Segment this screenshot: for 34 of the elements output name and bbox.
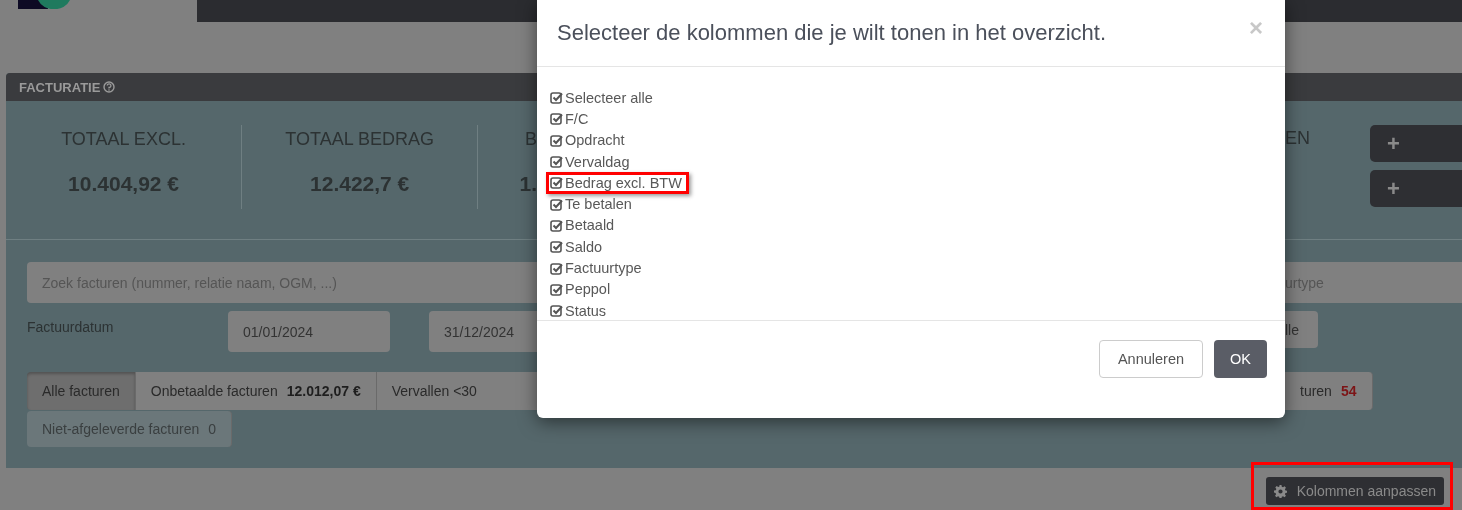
filter-tab[interactable]: Onbetaalde facturen 12.012,07 € [135, 372, 377, 410]
filter-button[interactable]: lle [1285, 311, 1318, 348]
column-checkbox[interactable]: F/C [550, 110, 589, 127]
add-button[interactable]: + [1370, 125, 1462, 162]
stat-label: TOTAAL EXCL. [61, 129, 186, 150]
stat-label: TOTAAL BEDRAG [285, 129, 434, 150]
settings-icon [1273, 484, 1287, 498]
column-checkbox[interactable]: Opdracht [550, 132, 625, 149]
column-checkbox[interactable]: Factuurtype [550, 260, 642, 277]
column-checkbox[interactable]: Te betalen [550, 196, 632, 213]
dialog-title: Selecteer de kolommen die je wilt tonen in het overzicht. [557, 20, 1107, 46]
column-checkbox[interactable]: Selecteer alle [550, 89, 653, 106]
column-checkbox[interactable]: Status [550, 302, 607, 319]
column-checkbox[interactable]: Vervaldag [550, 153, 630, 170]
cancel-button[interactable]: Annuleren [1099, 340, 1203, 378]
add-button[interactable]: + [1370, 170, 1462, 207]
columns-button[interactable]: Kolommen aanpassen [1265, 477, 1444, 505]
filter-tab[interactable]: Vervallen <30 [376, 372, 537, 410]
filter-tab[interactable]: turen 54 [1285, 372, 1373, 410]
help-icon[interactable] [103, 81, 116, 93]
column-checkbox[interactable]: Bedrag excl. BTW [550, 174, 682, 191]
stat-value: 10.404,92 € [68, 172, 179, 196]
date-field[interactable]: 31/12/2024 [429, 311, 537, 352]
date-field[interactable]: 01/01/2024 [228, 311, 390, 352]
column-checkbox[interactable]: Saldo [550, 238, 603, 255]
column-checkbox[interactable]: Betaald [550, 217, 615, 234]
date-label: Factuurdatum [27, 319, 115, 335]
stat-label: EN [1285, 128, 1310, 149]
column-checkbox[interactable]: Peppol [550, 281, 611, 298]
stat-value: 12.422,7 € [310, 172, 410, 196]
ok-button[interactable]: OK [1214, 340, 1267, 378]
filter-tab[interactable]: Niet-afgeleverde facturen 0 [27, 411, 232, 447]
panel-title: FACTURATIE [19, 79, 101, 95]
filter-tab[interactable]: Alle facturen [27, 372, 136, 410]
